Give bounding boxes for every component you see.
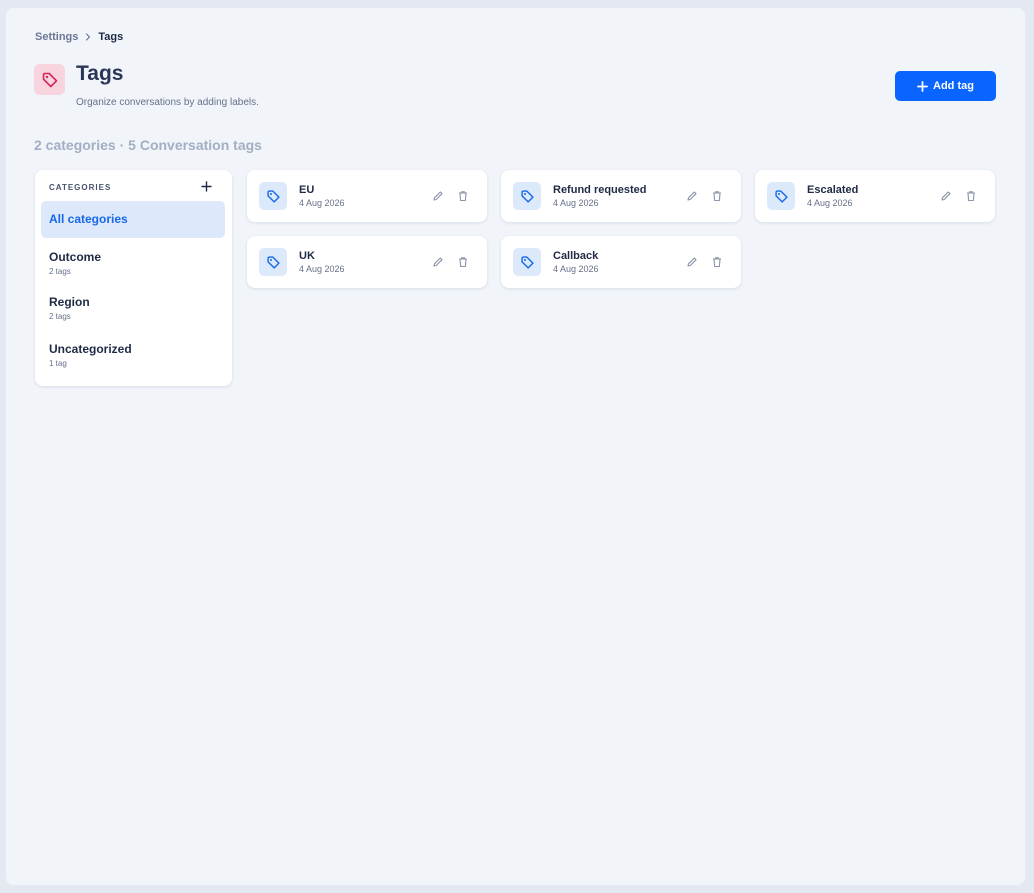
trash-icon[interactable] [964, 189, 978, 203]
category-name: All categories [49, 212, 128, 226]
category-item-region[interactable]: Region 2 tags [41, 295, 225, 329]
chevron-right-icon [84, 33, 92, 41]
add-tag-button-label: Add tag [933, 80, 974, 92]
trash-icon[interactable] [710, 255, 724, 269]
category-name: Uncategorized [49, 342, 132, 356]
tag-icon [513, 248, 541, 276]
categories-header: CATEGORIES [49, 183, 112, 192]
category-count: 2 tags [49, 312, 71, 321]
tag-icon [767, 182, 795, 210]
tag-name: Callback [553, 250, 599, 262]
tag-name: Escalated [807, 184, 859, 196]
breadcrumb-current: Tags [98, 31, 124, 43]
page-title: Tags [76, 62, 124, 85]
plus-icon [917, 80, 928, 92]
category-name: Region [49, 295, 90, 309]
plus-icon [200, 180, 212, 192]
tag-name: UK [299, 250, 315, 262]
pencil-icon[interactable] [685, 189, 699, 203]
pencil-icon[interactable] [431, 255, 445, 269]
tags-settings-page: Settings Tags Tags Organize conversation… [6, 8, 1025, 885]
category-name: Outcome [49, 250, 102, 264]
tag-icon [34, 64, 65, 95]
tag-date: 4 Aug 2026 [553, 198, 599, 208]
tag-card[interactable]: EU 4 Aug 2026 [247, 170, 487, 222]
page-subtitle: Organize conversations by adding labels. [76, 97, 259, 108]
category-item-uncategorized[interactable]: Uncategorized 1 tag [41, 342, 225, 376]
categories-panel: CATEGORIES All categories Outcome 2 tags… [35, 170, 232, 386]
tag-date: 4 Aug 2026 [553, 264, 599, 274]
tag-card[interactable]: Callback 4 Aug 2026 [501, 236, 741, 288]
tag-name: Refund requested [553, 184, 647, 196]
pencil-icon[interactable] [939, 189, 953, 203]
category-count: 2 tags [49, 267, 71, 276]
tags-summary: 2 categories · 5 Conversation tags [34, 137, 262, 153]
tag-icon [513, 182, 541, 210]
tag-icon [259, 182, 287, 210]
tag-name: EU [299, 184, 315, 196]
tag-date: 4 Aug 2026 [299, 264, 345, 274]
pencil-icon[interactable] [685, 255, 699, 269]
trash-icon[interactable] [456, 189, 470, 203]
category-item-outcome[interactable]: Outcome 2 tags [41, 250, 225, 284]
add-tag-button[interactable]: Add tag [895, 71, 996, 101]
category-count: 1 tag [49, 359, 67, 368]
tag-date: 4 Aug 2026 [299, 198, 345, 208]
tag-icon [259, 248, 287, 276]
trash-icon[interactable] [710, 189, 724, 203]
category-item-all[interactable]: All categories [41, 201, 225, 238]
tag-card[interactable]: Escalated 4 Aug 2026 [755, 170, 995, 222]
breadcrumb: Settings Tags [35, 31, 123, 43]
pencil-icon[interactable] [431, 189, 445, 203]
breadcrumb-settings-link[interactable]: Settings [35, 31, 78, 43]
tag-card[interactable]: Refund requested 4 Aug 2026 [501, 170, 741, 222]
trash-icon[interactable] [456, 255, 470, 269]
tag-card[interactable]: UK 4 Aug 2026 [247, 236, 487, 288]
add-category-button[interactable] [199, 179, 213, 193]
tag-date: 4 Aug 2026 [807, 198, 853, 208]
